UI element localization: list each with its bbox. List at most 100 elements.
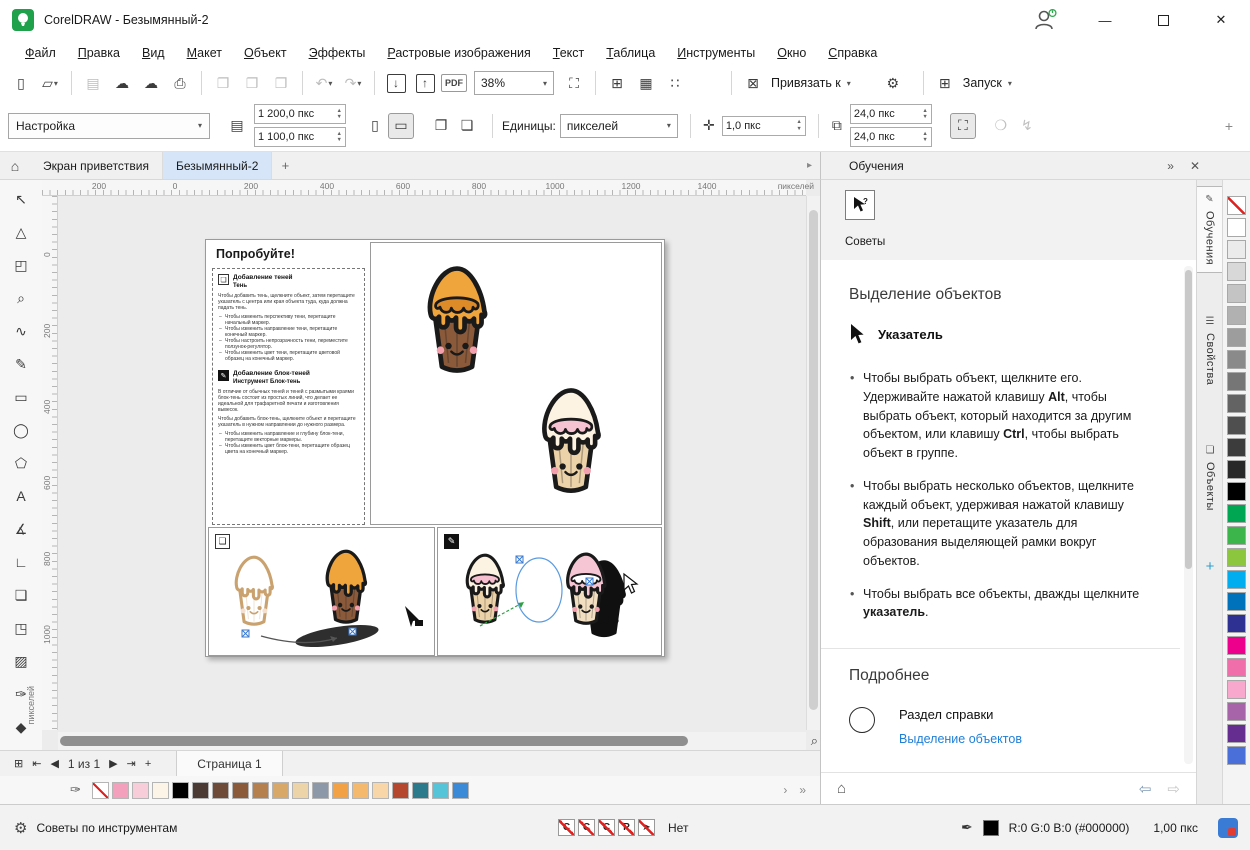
snap-to-label[interactable]: Привязать к — [771, 76, 841, 90]
docker-tab-objects[interactable]: ❏ Объекты — [1197, 438, 1223, 518]
polygon-tool[interactable]: ⬠ — [6, 450, 36, 476]
document-palette-swatch[interactable] — [172, 782, 189, 799]
zoom-glass-icon[interactable]: ⌕ — [811, 733, 818, 749]
palette-swatch[interactable] — [1227, 680, 1246, 699]
hints-back-icon[interactable]: ⇦ — [1139, 780, 1152, 798]
palette-swatch[interactable] — [1227, 570, 1246, 589]
zoom-level-combo[interactable]: 38%▾ — [474, 71, 554, 95]
palette-eyedropper-icon[interactable]: ✑ — [70, 782, 81, 798]
tab-document[interactable]: Безымянный-2 — [163, 152, 272, 179]
menu-item[interactable]: Объект — [233, 43, 298, 63]
save-icon[interactable]: ▤ — [80, 70, 106, 96]
extra-tool-icon-b[interactable]: ↯ — [1014, 113, 1040, 139]
menu-item[interactable]: Инструменты — [666, 43, 766, 63]
options-gear-icon[interactable]: ⚙ — [880, 70, 906, 96]
palette-swatch[interactable] — [1227, 482, 1246, 501]
palette-swatch[interactable] — [1227, 614, 1246, 633]
page-preset-combo[interactable]: Настройка▾ — [8, 113, 210, 139]
print-icon[interactable]: ⎙ — [167, 70, 193, 96]
cloud-upload-icon[interactable]: ☁ — [109, 70, 135, 96]
show-guidelines-icon[interactable]: ∷ — [662, 70, 688, 96]
status-gear-icon[interactable]: ⚙ — [14, 819, 27, 837]
palette-swatch[interactable] — [1227, 504, 1246, 523]
hints-tab-label[interactable]: Советы — [845, 236, 885, 248]
document-palette-swatch[interactable] — [192, 782, 209, 799]
page-height-input[interactable]: 1 100,0 пкс▲▼ — [254, 127, 346, 147]
cut-icon[interactable]: ❐ — [210, 70, 236, 96]
freehand-tool[interactable]: ∿ — [6, 318, 36, 344]
palette-swatch[interactable] — [1227, 328, 1246, 347]
docker-tab-hints[interactable]: ✎ Обучения — [1197, 186, 1223, 273]
contour-tool[interactable]: ◳ — [6, 615, 36, 641]
treat-as-filled-button[interactable]: ⛶ — [950, 113, 976, 139]
palette-swatch[interactable] — [1227, 284, 1246, 303]
document-palette-swatch[interactable] — [452, 782, 469, 799]
show-grid-icon[interactable]: ▦ — [633, 70, 659, 96]
close-button[interactable]: ✕ — [1192, 0, 1250, 40]
drop-shadow-tool[interactable]: ❏ — [6, 582, 36, 608]
page-width-input[interactable]: 1 200,0 пкс▲▼ — [254, 104, 346, 124]
zoom-tool[interactable]: ⌕ — [6, 285, 36, 311]
palette-swatch[interactable] — [1227, 240, 1246, 259]
duplicate-x-input[interactable]: 24,0 пкс▲▼ — [850, 104, 932, 124]
document-palette-swatch[interactable] — [372, 782, 389, 799]
fullscreen-preview-icon[interactable]: ⛶ — [561, 70, 587, 96]
connector-tool[interactable]: ∟ — [6, 549, 36, 575]
duplicate-y-input[interactable]: 24,0 пкс▲▼ — [850, 127, 932, 147]
palette-swatch[interactable] — [1227, 658, 1246, 677]
previous-page-icon[interactable]: ◀ — [50, 757, 58, 770]
all-pages-button[interactable]: ❐ — [428, 113, 454, 139]
add-page-icon[interactable]: + — [145, 758, 151, 770]
palette-scroll-icon[interactable]: › — [783, 783, 787, 797]
palette-swatch[interactable] — [1227, 394, 1246, 413]
document-palette-swatch[interactable] — [232, 782, 249, 799]
palette-swatch[interactable] — [1227, 218, 1246, 237]
ellipse-tool[interactable]: ◯ — [6, 417, 36, 443]
palette-swatch[interactable] — [1227, 636, 1246, 655]
minimize-button[interactable]: — — [1076, 0, 1134, 40]
document-palette-swatch[interactable] — [292, 782, 309, 799]
palette-swatch[interactable] — [1227, 416, 1246, 435]
tab-welcome-screen[interactable]: Экран приветствия — [30, 152, 163, 179]
add-docker-icon[interactable]: + — [1197, 558, 1223, 575]
cupcake-artwork[interactable] — [409, 261, 505, 379]
menu-item[interactable]: Эффекты — [298, 43, 377, 63]
dimension-tool[interactable]: ∡ — [6, 516, 36, 542]
palette-swatch[interactable] — [1227, 350, 1246, 369]
vertical-ruler[interactable]: 02004006008001000 — [42, 196, 58, 730]
propbar-add-icon[interactable]: + — [1216, 113, 1242, 139]
launcher-icon[interactable]: ⊞ — [932, 70, 958, 96]
canvas-vertical-scrollbar[interactable] — [806, 196, 820, 730]
last-page-icon[interactable]: ⇥ — [127, 757, 136, 770]
palette-swatch[interactable] — [1227, 548, 1246, 567]
document-palette-swatch[interactable] — [132, 782, 149, 799]
document-page[interactable]: Попробуйте! ❏ Добавление теней Тень Чтоб… — [205, 239, 665, 657]
redo-icon[interactable]: ↷▾ — [340, 70, 366, 96]
canvas-viewport[interactable]: Попробуйте! ❏ Добавление теней Тень Чтоб… — [58, 196, 806, 730]
snap-state-tile[interactable]: С — [578, 819, 595, 836]
document-palette-swatch[interactable] — [92, 782, 109, 799]
horizontal-ruler[interactable]: 2000200400600800100012001400 — [42, 180, 806, 196]
nudge-distance-input[interactable]: 1,0 пкс▲▼ — [722, 116, 806, 136]
document-palette-swatch[interactable] — [152, 782, 169, 799]
units-combo[interactable]: пикселей▾ — [560, 114, 678, 138]
snap-off-icon[interactable]: ⊠ — [740, 70, 766, 96]
menu-item[interactable]: Вид — [131, 43, 176, 63]
current-page-button[interactable]: ❏ — [454, 113, 480, 139]
text-tool[interactable]: А — [6, 483, 36, 509]
palette-swatch[interactable] — [1227, 702, 1246, 721]
document-palette-swatch[interactable] — [252, 782, 269, 799]
home-icon[interactable]: ⌂ — [0, 152, 30, 179]
menu-item[interactable]: Макет — [176, 43, 233, 63]
rectangle-tool[interactable]: ▭ — [6, 384, 36, 410]
undo-icon[interactable]: ↶▾ — [311, 70, 337, 96]
menu-item[interactable]: Текст — [542, 43, 595, 63]
palette-swatch[interactable] — [1227, 746, 1246, 765]
docker-scrollbar[interactable] — [1184, 266, 1193, 764]
hints-pointer-icon[interactable]: ? — [845, 190, 875, 220]
help-topic-link[interactable]: Выделение объектов — [899, 732, 1022, 746]
document-palette-swatch[interactable] — [392, 782, 409, 799]
palette-swatch[interactable] — [1227, 196, 1246, 215]
menu-item[interactable]: Таблица — [595, 43, 666, 63]
copy-icon[interactable]: ❐ — [239, 70, 265, 96]
